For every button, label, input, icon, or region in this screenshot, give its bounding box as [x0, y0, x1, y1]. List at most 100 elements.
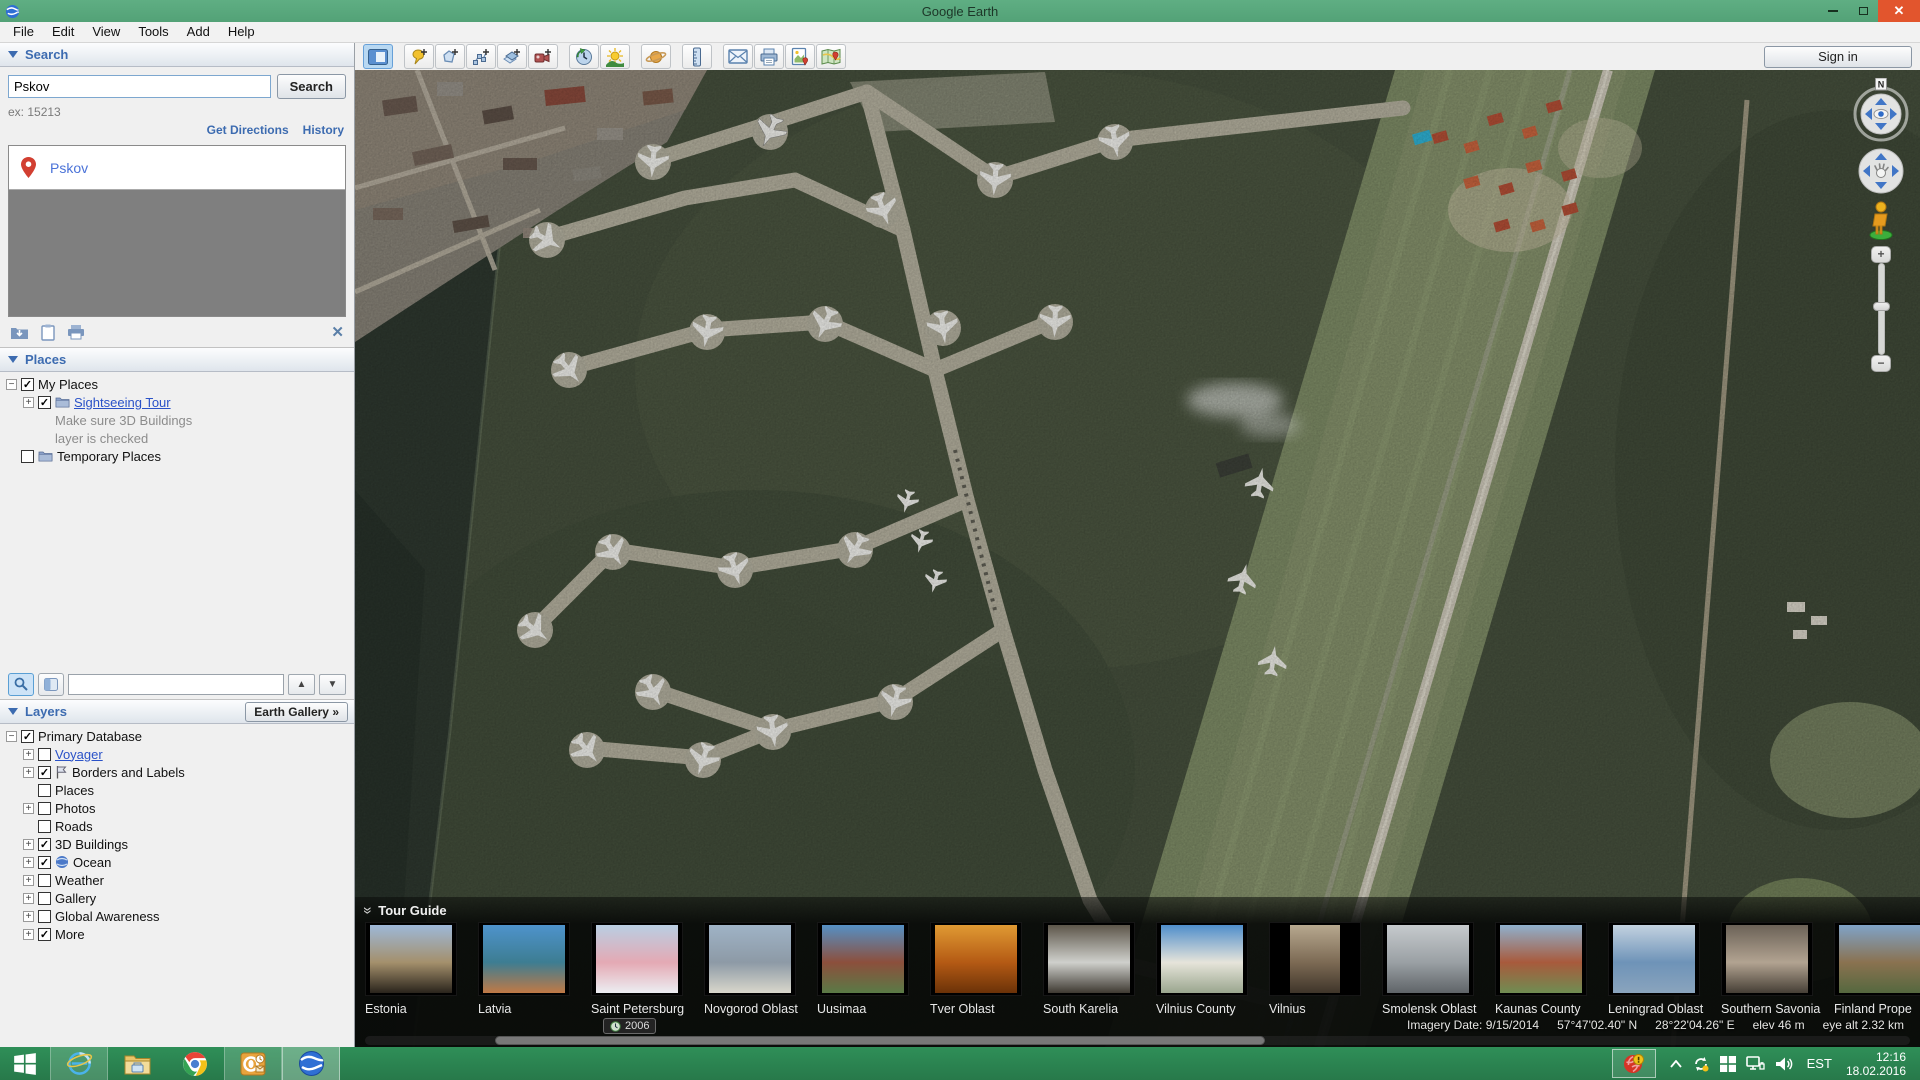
expand-icon[interactable]: +	[23, 767, 34, 778]
expand-icon[interactable]: +	[23, 929, 34, 940]
show-hidden-icons-chevron[interactable]	[1670, 1060, 1682, 1068]
zoom-slider[interactable]: + −	[1871, 246, 1891, 372]
tree-item-borders-and-labels[interactable]: +✓Borders and Labels	[0, 763, 354, 781]
historical-imagery-button[interactable]	[569, 44, 599, 69]
checkbox[interactable]: ✓	[38, 856, 51, 869]
minimize-button[interactable]	[1818, 0, 1848, 22]
expand-icon[interactable]: +	[23, 875, 34, 886]
menu-file[interactable]: File	[4, 22, 43, 42]
print-button[interactable]	[754, 44, 784, 69]
expand-icon[interactable]: +	[23, 749, 34, 760]
find-previous-button[interactable]: ▲	[288, 674, 315, 695]
tour-thumbnail[interactable]	[704, 922, 796, 996]
tour-guide-item[interactable]: Saint Petersburg	[591, 922, 683, 1016]
search-button[interactable]: Search	[277, 74, 346, 99]
tour-thumbnail[interactable]	[1495, 922, 1587, 996]
close-button[interactable]: ✕	[1878, 0, 1920, 22]
print-results-icon[interactable]	[67, 324, 85, 340]
tree-item-roads[interactable]: Roads	[0, 817, 354, 835]
tour-guide-item[interactable]: Uusimaa	[817, 922, 909, 1016]
add-polygon-button[interactable]	[435, 44, 465, 69]
checkbox[interactable]: ✓	[38, 928, 51, 941]
map-viewport[interactable]: N	[355, 70, 1920, 1047]
layers-search-toggle[interactable]	[8, 673, 34, 696]
tour-guide-item[interactable]: Leningrad Oblast	[1608, 922, 1700, 1016]
maximize-button[interactable]	[1848, 0, 1878, 22]
move-joystick[interactable]	[1852, 146, 1910, 196]
tree-item-more[interactable]: +✓More	[0, 925, 354, 943]
taskbar-google-earth-app[interactable]	[282, 1047, 340, 1080]
expand-icon[interactable]: +	[23, 857, 34, 868]
taskbar-internet-explorer-app[interactable]	[50, 1047, 108, 1080]
tour-guide-item[interactable]: South Karelia	[1043, 922, 1135, 1016]
history-link[interactable]: History	[303, 123, 344, 137]
taskbar-outlook-app[interactable]	[224, 1047, 282, 1080]
zoom-track[interactable]	[1878, 263, 1885, 355]
ruler-button[interactable]	[682, 44, 712, 69]
tour-thumbnail[interactable]	[817, 922, 909, 996]
save-to-places-icon[interactable]	[10, 325, 29, 340]
tour-thumbnail[interactable]	[1156, 922, 1248, 996]
save-image-button[interactable]	[785, 44, 815, 69]
collapse-icon[interactable]: −	[6, 379, 17, 390]
tree-item-primary-database[interactable]: −✓Primary Database	[0, 727, 354, 745]
tour-guide-item[interactable]: Vilnius	[1269, 922, 1361, 1016]
layers-view-toggle[interactable]	[38, 673, 64, 696]
checkbox[interactable]: ✓	[21, 378, 34, 391]
volume-icon[interactable]	[1775, 1056, 1793, 1072]
tour-thumbnail[interactable]	[1721, 922, 1813, 996]
historical-imagery-year-badge[interactable]: 2006	[603, 1018, 656, 1034]
checkbox[interactable]	[38, 784, 51, 797]
tree-item-sightseeing-tour[interactable]: +✓Sightseeing Tour	[0, 393, 354, 411]
sidebar-toggle-button[interactable]	[363, 44, 393, 69]
menu-view[interactable]: View	[83, 22, 129, 42]
tree-item-ocean[interactable]: +✓Ocean	[0, 853, 354, 871]
search-input[interactable]	[8, 75, 271, 98]
tour-thumbnail[interactable]	[1834, 922, 1920, 996]
copy-icon[interactable]	[41, 324, 55, 341]
tour-thumbnail[interactable]	[1608, 922, 1700, 996]
earth-gallery-button[interactable]: Earth Gallery »	[245, 702, 348, 722]
taskbar-clock[interactable]: 12:16 18.02.2016	[1846, 1050, 1910, 1078]
tree-item-photos[interactable]: +Photos	[0, 799, 354, 817]
tour-guide-scrollbar-thumb[interactable]	[495, 1036, 1265, 1045]
menu-tools[interactable]: Tools	[129, 22, 177, 42]
checkbox[interactable]	[38, 802, 51, 815]
tour-thumbnail[interactable]	[478, 922, 570, 996]
layers-filter-input[interactable]	[68, 674, 284, 695]
antivirus-alert-icon[interactable]	[1612, 1049, 1656, 1078]
tour-guide-collapse-icon[interactable]: »	[359, 906, 379, 913]
zoom-out-button[interactable]: −	[1871, 355, 1891, 372]
expand-icon[interactable]: +	[23, 893, 34, 904]
taskbar-file-explorer-app[interactable]	[108, 1047, 166, 1080]
sign-in-button[interactable]: Sign in	[1764, 46, 1912, 68]
tour-thumbnail[interactable]	[1269, 922, 1361, 996]
zoom-handle[interactable]	[1873, 302, 1890, 311]
tour-thumbnail[interactable]	[930, 922, 1022, 996]
clear-results-icon[interactable]: ✕	[331, 323, 344, 341]
search-result-item[interactable]: Pskov	[9, 146, 345, 190]
tour-guide-item[interactable]: Estonia	[365, 922, 457, 1016]
network-icon[interactable]	[1746, 1056, 1765, 1072]
tour-guide-item[interactable]: Latvia	[478, 922, 570, 1016]
zoom-in-button[interactable]: +	[1871, 246, 1891, 263]
tour-guide-item[interactable]: Smolensk Oblast	[1382, 922, 1474, 1016]
tree-item-voyager[interactable]: +Voyager	[0, 745, 354, 763]
tree-item-gallery[interactable]: +Gallery	[0, 889, 354, 907]
expand-icon[interactable]: +	[23, 839, 34, 850]
tree-item-my-places[interactable]: −✓My Places	[0, 375, 354, 393]
tour-thumbnail[interactable]	[1382, 922, 1474, 996]
places-panel-header[interactable]: Places	[0, 348, 354, 372]
add-image-overlay-button[interactable]	[497, 44, 527, 69]
find-next-button[interactable]: ▼	[319, 674, 346, 695]
tour-guide-item[interactable]: Finland Prope	[1834, 922, 1920, 1016]
tour-thumbnail[interactable]	[591, 922, 683, 996]
menu-help[interactable]: Help	[219, 22, 264, 42]
tree-item-places[interactable]: Places	[0, 781, 354, 799]
tour-guide-item[interactable]: Southern Savonia	[1721, 922, 1813, 1016]
tour-thumbnail[interactable]	[1043, 922, 1135, 996]
view-in-google-maps-button[interactable]	[816, 44, 846, 69]
checkbox[interactable]	[21, 450, 34, 463]
planets-button[interactable]	[641, 44, 671, 69]
checkbox[interactable]	[38, 820, 51, 833]
